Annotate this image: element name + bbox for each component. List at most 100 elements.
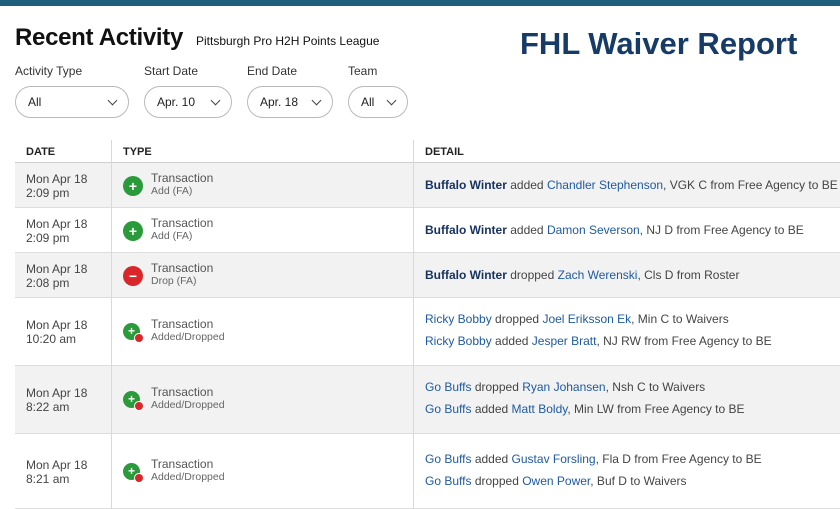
team-link[interactable]: Go Buffs bbox=[425, 402, 471, 416]
detail-text: , Cls D from Roster bbox=[637, 267, 740, 282]
column-header-type[interactable]: TYPE bbox=[123, 146, 152, 158]
drop-badge-icon bbox=[134, 401, 144, 411]
detail-line: Buffalo Winter added Damon Severson, NJ … bbox=[425, 223, 804, 237]
team-link[interactable]: Buffalo Winter bbox=[425, 268, 507, 282]
team-link[interactable]: Go Buffs bbox=[425, 452, 471, 466]
team-link[interactable]: Ricky Bobby bbox=[425, 334, 492, 348]
row-subtype-label: Add (FA) bbox=[151, 229, 193, 242]
team-link[interactable]: Go Buffs bbox=[425, 474, 471, 488]
table-row: Mon Apr 18 2:09 pm + Transaction Add (FA) Buf… bbox=[15, 163, 840, 208]
row-datetime: Mon Apr 18 2:08 pm bbox=[26, 262, 87, 290]
row-time: 2:08 pm bbox=[26, 275, 70, 290]
row-type: Transaction Add (FA) bbox=[151, 170, 214, 198]
end-date-label: End Date bbox=[247, 64, 298, 78]
chevron-down-icon bbox=[107, 95, 118, 105]
row-date: Mon Apr 18 bbox=[26, 171, 88, 186]
top-accent-bar bbox=[0, 0, 840, 6]
row-date: Mon Apr 18 bbox=[26, 261, 88, 276]
detail-line: Buffalo Winter added Chandler Stephenson… bbox=[425, 178, 838, 192]
action-verb: added bbox=[474, 402, 509, 416]
add-drop-icon: + bbox=[123, 323, 144, 343]
player-link[interactable]: Ryan Johansen bbox=[522, 380, 605, 394]
table-row: Mon Apr 18 2:08 pm − Transaction Drop (FA) Bu… bbox=[15, 253, 840, 298]
row-type-label: Transaction bbox=[151, 260, 214, 275]
row-type-label: Transaction bbox=[151, 170, 214, 185]
action-verb: added bbox=[510, 222, 544, 237]
team-label: Team bbox=[348, 64, 378, 78]
player-link[interactable]: Gustav Forsling bbox=[512, 452, 596, 466]
player-link[interactable]: Jesper Bratt bbox=[532, 334, 597, 348]
player-link[interactable]: Joel Eriksson Ek bbox=[542, 312, 631, 326]
add-circle-icon: + bbox=[123, 220, 143, 241]
add-drop-icon: + bbox=[123, 391, 144, 411]
table-row: Mon Apr 18 2:09 pm + Transaction Add (FA) Buf… bbox=[15, 208, 840, 253]
start-date-select[interactable]: Apr. 10 bbox=[144, 86, 232, 118]
table-header: DATE TYPE DETAIL bbox=[15, 140, 840, 163]
column-header-date[interactable]: DATE bbox=[26, 146, 55, 158]
column-divider bbox=[111, 140, 112, 509]
row-datetime: Mon Apr 18 2:09 pm bbox=[26, 172, 87, 200]
detail-text: , Buf D to Waivers bbox=[590, 473, 687, 488]
player-link[interactable]: Matt Boldy bbox=[512, 402, 568, 416]
detail-text: , Fla D from Free Agency to BE bbox=[595, 451, 762, 466]
row-subtype-label: Drop (FA) bbox=[151, 274, 197, 287]
detail-text: , Min C to Waivers bbox=[631, 312, 729, 326]
league-name: Pittsburgh Pro H2H Points League bbox=[196, 34, 380, 48]
row-type: Transaction Drop (FA) bbox=[151, 260, 214, 288]
detail-line: Go Buffs added Matt Boldy, Min LW from F… bbox=[425, 402, 745, 416]
player-link[interactable]: Chandler Stephenson bbox=[547, 178, 663, 192]
team-link[interactable]: Buffalo Winter bbox=[425, 178, 507, 192]
page-title: Recent Activity bbox=[15, 24, 184, 51]
player-link[interactable]: Owen Power bbox=[522, 474, 590, 488]
row-subtype-label: Added/Dropped bbox=[151, 331, 225, 343]
row-type: Transaction Added/Dropped bbox=[151, 456, 225, 484]
activity-type-label: Activity Type bbox=[15, 64, 83, 78]
drop-badge-icon bbox=[134, 472, 144, 483]
row-datetime: Mon Apr 18 10:20 am bbox=[26, 318, 87, 346]
end-date-select[interactable]: Apr. 18 bbox=[247, 86, 333, 118]
add-circle-icon: + bbox=[123, 175, 143, 196]
row-type-label: Transaction bbox=[151, 385, 214, 399]
detail-line: Go Buffs dropped Owen Power, Buf D to Wa… bbox=[425, 474, 687, 488]
row-date: Mon Apr 18 bbox=[26, 318, 88, 332]
report-title: FHL Waiver Report bbox=[520, 26, 798, 61]
row-time: 2:09 pm bbox=[26, 185, 70, 200]
row-type: Transaction Added/Dropped bbox=[151, 386, 225, 412]
drop-badge-icon bbox=[134, 333, 144, 343]
player-link[interactable]: Damon Severson bbox=[547, 223, 640, 237]
team-select[interactable]: All bbox=[348, 86, 408, 118]
row-date: Mon Apr 18 bbox=[26, 457, 88, 472]
table-row: Mon Apr 18 8:21 am + Transaction Added/Dropp… bbox=[15, 434, 840, 509]
detail-line: Ricky Bobby dropped Joel Eriksson Ek, Mi… bbox=[425, 312, 729, 326]
chevron-down-icon bbox=[386, 95, 397, 105]
table-row: Mon Apr 18 8:22 am + Transaction Added/Dropp… bbox=[15, 366, 840, 434]
team-value: All bbox=[361, 95, 375, 109]
team-link[interactable]: Buffalo Winter bbox=[425, 223, 507, 237]
row-type: Transaction Add (FA) bbox=[151, 216, 213, 243]
row-subtype-label: Added/Dropped bbox=[151, 470, 225, 483]
detail-line: Go Buffs dropped Ryan Johansen, Nsh C to… bbox=[425, 380, 705, 394]
row-time: 10:20 am bbox=[26, 332, 77, 346]
activity-type-value: All bbox=[28, 95, 42, 109]
row-time: 8:22 am bbox=[26, 400, 70, 414]
action-verb: added bbox=[495, 334, 529, 348]
team-link[interactable]: Ricky Bobby bbox=[425, 312, 492, 326]
team-link[interactable]: Go Buffs bbox=[425, 380, 471, 394]
action-verb: dropped bbox=[510, 267, 555, 282]
start-date-label: Start Date bbox=[144, 64, 199, 78]
player-link[interactable]: Zach Werenski bbox=[558, 268, 638, 282]
row-type-label: Transaction bbox=[151, 456, 214, 471]
column-header-detail[interactable]: DETAIL bbox=[425, 146, 464, 158]
end-date-value: Apr. 18 bbox=[260, 95, 299, 109]
action-verb: added bbox=[474, 451, 509, 466]
start-date-value: Apr. 10 bbox=[157, 95, 196, 109]
action-verb: dropped bbox=[474, 473, 519, 488]
row-type: Transaction Added/Dropped bbox=[151, 318, 225, 344]
action-verb: dropped bbox=[495, 312, 540, 326]
detail-text: , Nsh C to Waivers bbox=[605, 380, 706, 394]
detail-text: , NJ D from Free Agency to BE bbox=[639, 222, 804, 237]
activity-type-select[interactable]: All bbox=[15, 86, 129, 118]
row-datetime: Mon Apr 18 8:22 am bbox=[26, 386, 87, 414]
drop-circle-icon: − bbox=[123, 265, 143, 286]
table-row: Mon Apr 18 10:20 am + Transaction Added/Drop… bbox=[15, 298, 840, 366]
